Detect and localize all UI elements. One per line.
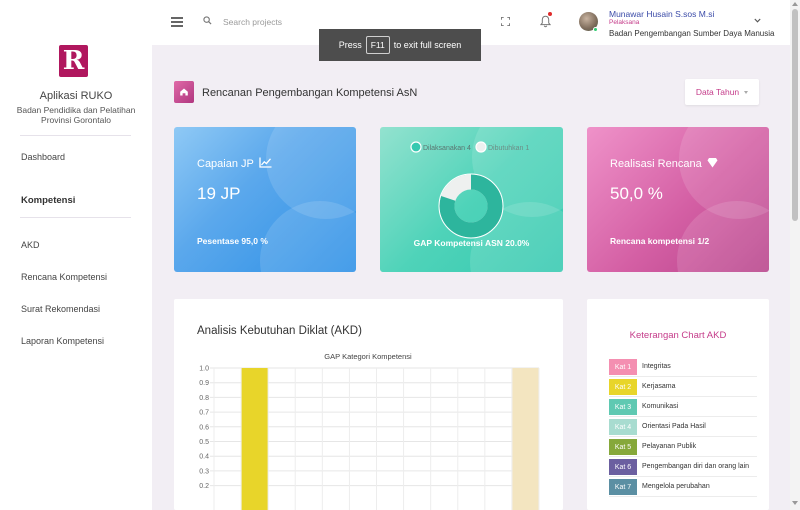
y-tick-label: 0.3: [199, 468, 209, 475]
legend-badge: Kat 7: [609, 479, 637, 495]
legend-row: Kat 2 Kerjasama: [609, 377, 757, 397]
caret-down-icon: [744, 90, 749, 94]
card-footer: Rencana kompetensi 1/2: [610, 236, 710, 246]
card-footer: Pesentase 95,0 %: [197, 236, 268, 246]
fullscreen-icon[interactable]: [501, 17, 510, 26]
legend-row: Kat 3 Komunikasi: [609, 397, 757, 417]
home-icon: [180, 88, 188, 96]
toast-pre: Press: [338, 40, 362, 50]
sidebar: R Aplikasi RUKO Badan Pendidika dan Pela…: [0, 0, 152, 510]
chart-title: GAP Kategori Kompetensi: [324, 352, 412, 361]
data-tahun-dropdown[interactable]: Data Tahun: [685, 79, 759, 105]
notification-bell-icon[interactable]: [540, 15, 551, 28]
akd-chart-card: Analisis Kebutuhan Diklat (AKD) GAP Kate…: [174, 299, 563, 510]
menu-toggle-icon[interactable]: [171, 17, 183, 27]
legend-badge: Kat 4: [609, 419, 637, 435]
sidebar-heading-kompetensi: Kompetensi: [21, 195, 76, 206]
fullscreen-toast: Press F11 to exit full screen: [319, 29, 481, 61]
card-realisasi-rencana: Realisasi Rencana 50,0 % Rencana kompete…: [587, 127, 769, 272]
y-tick-label: 0.8: [199, 395, 209, 402]
toast-key: F11: [365, 36, 390, 54]
legend-row: Kat 4 Orientasi Pada Hasil: [609, 417, 757, 437]
search-icon[interactable]: [203, 16, 212, 25]
legend-badge: Kat 3: [609, 399, 637, 415]
home-button[interactable]: [174, 81, 194, 103]
y-tick-label: 0.4: [199, 454, 209, 461]
app-name: Aplikasi RUKO: [39, 90, 113, 102]
app-logo[interactable]: R: [59, 45, 88, 77]
y-tick-label: 0.7: [199, 410, 209, 417]
legend-label: Integritas: [642, 363, 671, 370]
scroll-thumb[interactable]: [792, 9, 798, 221]
search-input[interactable]: [223, 15, 373, 29]
diamond-icon: [707, 158, 718, 168]
legend-label: Pengembangan diri dan orang lain: [642, 463, 750, 470]
sidebar-divider: [20, 217, 131, 218]
legend-badge: Kat 2: [609, 379, 637, 395]
legend-label: Orientasi Pada Hasil: [642, 423, 706, 430]
logo-letter: R: [62, 46, 85, 76]
legend-badge: Kat 5: [609, 439, 637, 455]
legend-label: Kerjasama: [642, 383, 676, 390]
y-tick-label: 0.9: [199, 380, 209, 387]
page-title: Rencanan Pengembangan Kompetensi AsN: [202, 87, 418, 99]
gap-bar-chart: GAP Kategori Kompetensi 1.0 0.9 0.8 0.7 0.6 0…: [199, 352, 540, 510]
capaian-jp-label: Capaian JP: [197, 158, 254, 170]
legend-badge: Kat 6: [609, 459, 637, 475]
chart-bar: [512, 368, 539, 510]
y-tick-label: 0.6: [199, 424, 209, 431]
chart-line-icon: [259, 157, 272, 168]
legend-label: Komunikasi: [642, 403, 679, 410]
card-label: Realisasi Rencana: [610, 157, 718, 170]
org-name: Badan Pendidika dan Pelatihan Provinsi G…: [16, 105, 136, 125]
legend-label-dilaksanakan: Dilaksanakan 4: [423, 145, 471, 152]
chevron-down-icon[interactable]: [754, 18, 761, 23]
legend-row: Kat 6 Pengembangan diri dan orang lain: [609, 457, 757, 477]
card-footer: GAP Kompetensi ASN 20.0%: [413, 238, 530, 248]
donut-arcs: [438, 173, 504, 239]
gap-donut-chart: Dilaksanakan 4 Dibutuhkan 1: [410, 141, 529, 239]
scroll-up-arrow-icon[interactable]: [792, 2, 798, 6]
legend-dilaksanakan[interactable]: Dilaksanakan 4: [410, 141, 471, 153]
sidebar-item-akd[interactable]: AKD: [21, 240, 40, 250]
legend-label: Mengelola perubahan: [642, 483, 710, 490]
notification-dot: [548, 12, 552, 16]
legend-label-dibutuhkan: Dibutuhkan 1: [488, 145, 529, 152]
y-tick-label: 0.5: [199, 439, 209, 446]
sidebar-item-rencana-kompetensi[interactable]: Rencana Kompetensi: [21, 272, 107, 282]
data-tahun-label: Data Tahun: [695, 87, 740, 97]
sidebar-item-surat-rekomendasi[interactable]: Surat Rekomendasi: [21, 304, 100, 314]
user-name[interactable]: Munawar Husain S.sos M.si: [609, 9, 714, 19]
user-department: Badan Pengembangan Sumber Daya Manusia: [609, 29, 775, 38]
legend-label: Pelayanan Publik: [642, 443, 697, 450]
card-value: 50,0 %: [610, 184, 663, 203]
chart-bar: [241, 368, 268, 510]
page-scrollbar[interactable]: [790, 0, 800, 510]
scroll-down-arrow-icon[interactable]: [792, 501, 798, 505]
card-capaian-jp: Capaian JP 19 JP Pesentase 95,0 %: [174, 127, 356, 272]
y-tick-label: 1.0: [199, 366, 209, 373]
user-role: Pelaksana: [609, 19, 640, 26]
realisasi-label: Realisasi Rencana: [610, 158, 702, 170]
legend-dibutuhkan[interactable]: Dibutuhkan 1: [475, 141, 529, 153]
legend-row: Kat 7 Mengelola perubahan: [609, 477, 757, 497]
legend-row: Kat 1 Integritas: [609, 357, 757, 377]
card-gap-kompetensi: Dilaksanakan 4 Dibutuhkan 1 GAP Kompeten…: [380, 127, 563, 272]
chart-legend-card: Keterangan Chart AKD Kat 1 Integritas Kat …: [587, 299, 769, 510]
y-tick-label: 0.2: [199, 483, 209, 490]
toast-post: to exit full screen: [393, 40, 462, 50]
legend-swatch-dilaksanakan: [410, 141, 422, 153]
sidebar-divider: [20, 135, 131, 136]
legend-row: Kat 5 Pelayanan Publik: [609, 437, 757, 457]
card-value: 19 JP: [197, 184, 241, 203]
legend-title: Keterangan Chart AKD: [629, 330, 727, 341]
card-label: Capaian JP: [197, 157, 272, 170]
legend-swatch-dibutuhkan: [475, 141, 487, 153]
sidebar-item-laporan-kompetensi[interactable]: Laporan Kompetensi: [21, 336, 104, 346]
sidebar-item-dashboard[interactable]: Dashboard: [21, 152, 65, 162]
legend-badge: Kat 1: [609, 359, 637, 375]
online-status-dot: [593, 27, 598, 32]
